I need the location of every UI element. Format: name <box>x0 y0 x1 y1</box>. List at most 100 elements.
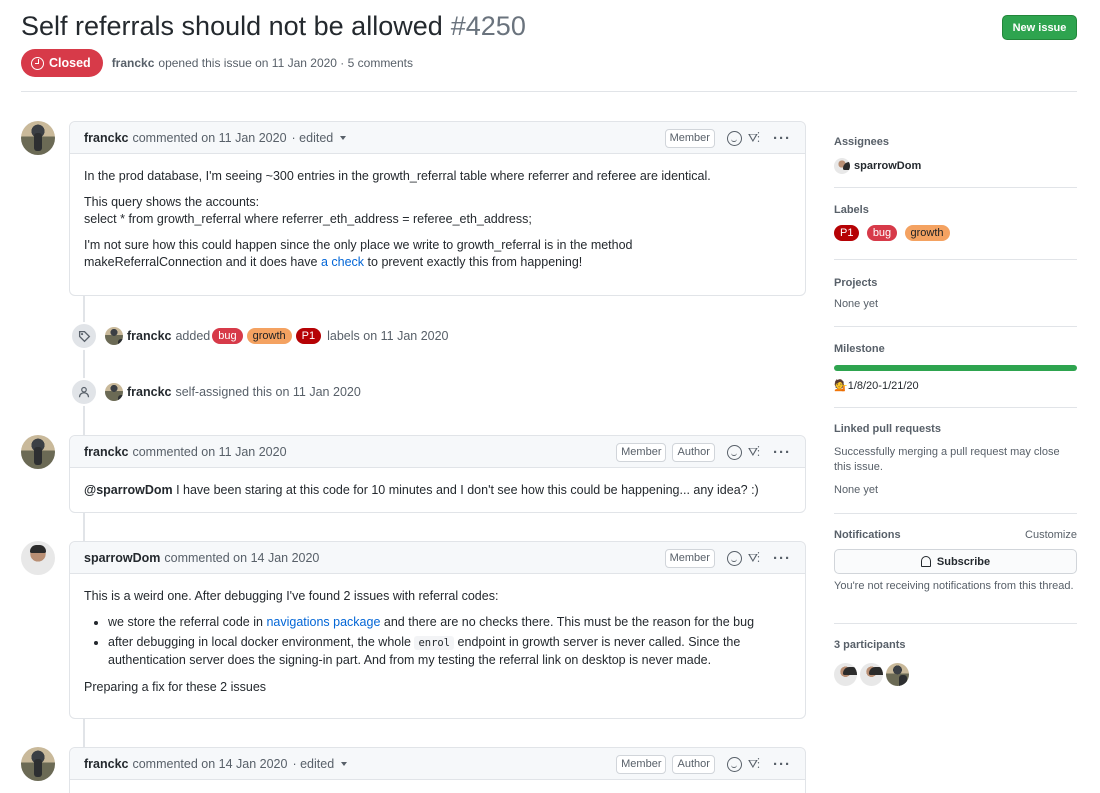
chevron-down-icon <box>340 136 347 141</box>
header-divider <box>21 91 1077 92</box>
person-icon <box>70 378 98 406</box>
role-badge: Member <box>616 754 667 774</box>
avatar[interactable] <box>886 663 909 686</box>
milestone-icon: 💁 <box>834 380 848 392</box>
label-bug[interactable]: bug <box>866 225 898 241</box>
sidebar-divider <box>834 187 1077 188</box>
check-link[interactable]: a check <box>321 255 364 269</box>
label-bug[interactable]: bug <box>212 328 243 344</box>
comment-date[interactable]: commented on 11 Jan 2020 <box>132 131 286 145</box>
assignees-title[interactable]: Assignees <box>834 136 1077 148</box>
user-mention[interactable]: @sparrowDom <box>84 483 173 497</box>
comment-author[interactable]: franckc <box>84 445 128 459</box>
comment-body: @sparrowDom I have been staring at this … <box>70 468 805 511</box>
label-p1[interactable]: P1 <box>295 328 322 344</box>
triage-icon[interactable]: ⛛⁝ <box>748 131 760 146</box>
labels-section: Labels P1 bug growth <box>834 204 1077 241</box>
notifications-section: Notifications Customize Subscribe You're… <box>834 529 1077 594</box>
assign-event: franckc self-assigned this on 11 Jan 202… <box>70 378 361 406</box>
notifications-header: Notifications Customize <box>834 529 1077 541</box>
comment-header: franckc commented on 14 Jan 2020 · edite… <box>70 748 805 780</box>
linked-pr-desc: Successfully merging a pull request may … <box>834 446 1060 473</box>
avatar[interactable] <box>21 121 55 155</box>
label-growth[interactable]: growth <box>904 225 950 241</box>
event-actor[interactable]: franckc <box>127 329 171 343</box>
comment-actions: Member Author ⛛⁝ ··· <box>616 436 791 468</box>
comment-author[interactable]: franckc <box>84 757 128 771</box>
avatar[interactable] <box>105 327 123 345</box>
more-options-icon[interactable]: ··· <box>773 756 791 773</box>
sidebar-divider <box>834 259 1077 260</box>
projects-title[interactable]: Projects <box>834 277 1077 289</box>
comment-header: sparrowDom commented on 14 Jan 2020 Memb… <box>70 542 805 574</box>
projects-section: Projects None yet <box>834 277 1077 310</box>
avatar[interactable] <box>21 747 55 781</box>
navigations-package-link[interactable]: navigations package <box>266 615 380 629</box>
avatar[interactable] <box>105 383 123 401</box>
participants-title: 3 participants <box>834 639 906 651</box>
customize-link[interactable]: Customize <box>1025 529 1077 541</box>
edited-dropdown[interactable]: · edited <box>292 757 348 771</box>
list-item: after debugging in local docker environm… <box>108 634 791 669</box>
linked-pr-section: Linked pull requests Successfully mergin… <box>834 423 1077 496</box>
assignee[interactable]: sparrowDom <box>834 158 1077 174</box>
avatar[interactable] <box>834 663 857 686</box>
milestone-title[interactable]: Milestone <box>834 343 1077 355</box>
triage-icon[interactable]: ⛛⁝ <box>748 757 760 772</box>
assignee-name[interactable]: sparrowDom <box>854 160 921 172</box>
triage-icon[interactable]: ⛛⁝ <box>748 551 760 566</box>
assignees-section: Assignees sparrowDom <box>834 136 1077 174</box>
comment-date[interactable]: commented on 14 Jan 2020 <box>132 757 287 771</box>
avatar[interactable] <box>21 541 55 575</box>
chevron-down-icon <box>341 762 348 767</box>
list-item: we store the referral code in navigation… <box>108 614 791 631</box>
reaction-icon[interactable] <box>726 756 742 772</box>
sidebar-divider <box>834 513 1077 514</box>
label-growth[interactable]: growth <box>246 328 292 344</box>
comment-date[interactable]: commented on 11 Jan 2020 <box>132 445 286 459</box>
milestone-link[interactable]: 💁1/8/20-1/21/20 <box>834 379 1077 392</box>
status-label: Closed <box>49 56 91 70</box>
issue-number: #4250 <box>450 10 526 41</box>
event-actor[interactable]: franckc <box>127 385 171 399</box>
reaction-icon[interactable] <box>726 130 742 146</box>
comment-actions: Member ⛛⁝ ··· <box>664 542 791 574</box>
edited-dropdown[interactable]: · edited <box>292 131 347 145</box>
milestone-progress-bar <box>834 365 1077 371</box>
labels-title[interactable]: Labels <box>834 204 1077 216</box>
issue-title: Self referrals should not be allowed <box>21 10 443 41</box>
comment-paragraph: @sparrowDom I have been staring at this … <box>84 483 759 497</box>
reaction-icon[interactable] <box>726 444 742 460</box>
more-options-icon[interactable]: ··· <box>773 550 791 567</box>
more-options-icon[interactable]: ··· <box>773 444 791 461</box>
comment-paragraph: This is a weird one. After debugging I'v… <box>84 589 499 603</box>
more-options-icon[interactable]: ··· <box>773 130 791 147</box>
issue-meta-text: opened this issue on 11 Jan 2020 · 5 com… <box>158 56 413 70</box>
avatar[interactable] <box>21 435 55 469</box>
subscribe-button[interactable]: Subscribe <box>834 549 1077 574</box>
projects-value: None yet <box>834 298 879 310</box>
comment-author[interactable]: franckc <box>84 131 128 145</box>
comment-paragraph: In the prod database, I'm seeing ~300 en… <box>84 169 711 183</box>
issue-author-link[interactable]: franckc <box>112 56 155 70</box>
comment-4: franckc commented on 14 Jan 2020 · edite… <box>69 747 806 793</box>
labels-list: P1 bug growth <box>832 225 1077 241</box>
reaction-icon[interactable] <box>726 550 742 566</box>
inline-code: enrol <box>414 636 455 650</box>
notifications-title: Notifications <box>834 529 901 541</box>
comment-paragraph: I'm not sure how this could happen since… <box>84 238 633 269</box>
comment-date[interactable]: commented on 14 Jan 2020 <box>164 551 319 565</box>
comment-2: franckc commented on 11 Jan 2020 Member … <box>69 435 806 513</box>
comment-header: franckc commented on 11 Jan 2020 Member … <box>70 436 805 468</box>
label-p1[interactable]: P1 <box>834 225 860 241</box>
triage-icon[interactable]: ⛛⁝ <box>748 445 760 460</box>
avatar <box>834 158 850 174</box>
comment-author[interactable]: sparrowDom <box>84 551 160 565</box>
avatar[interactable] <box>860 663 883 686</box>
new-issue-button[interactable]: New issue <box>1002 15 1077 40</box>
event-text: self-assigned this on 11 Jan 2020 <box>175 385 361 399</box>
notifications-desc: You're not receiving notifications from … <box>834 580 1074 592</box>
linked-pr-value: None yet <box>834 484 879 496</box>
comment-paragraph: Preparing a fix for these 2 issues <box>84 680 267 694</box>
comment-actions: Member Author ⛛⁝ ··· <box>616 748 791 780</box>
